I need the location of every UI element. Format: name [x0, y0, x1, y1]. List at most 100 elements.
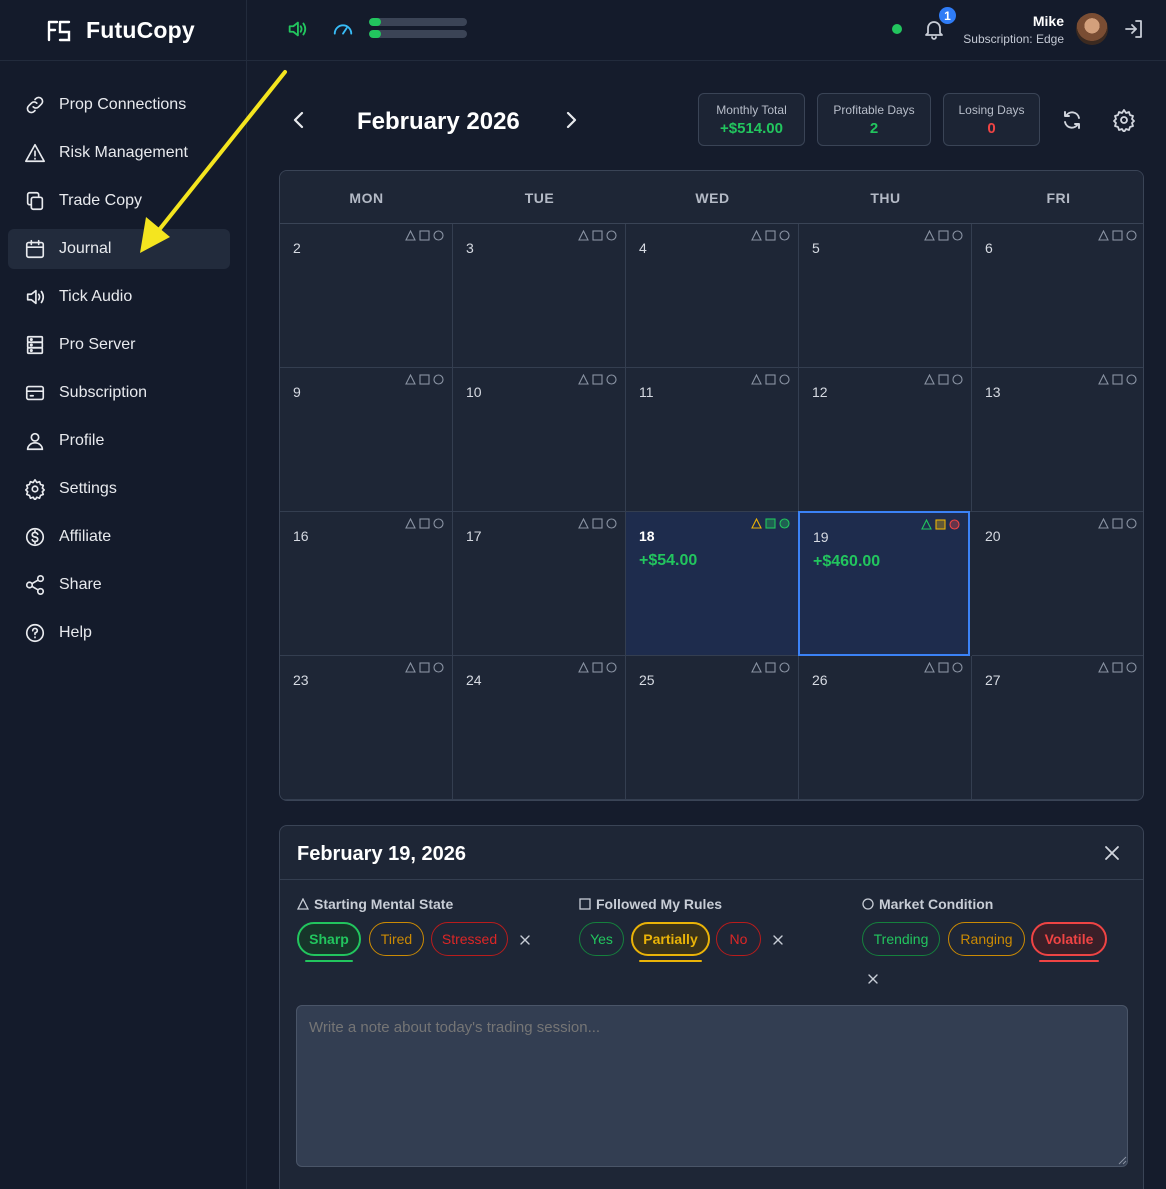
sidebar-item-subscription[interactable]: Subscription [8, 373, 230, 413]
sidebar-item-help[interactable]: Help [8, 613, 230, 653]
subscription-label: Subscription: Edge [963, 32, 1064, 46]
circle-icon [952, 374, 963, 385]
option-volatile-chip[interactable]: Volatile [1031, 922, 1107, 962]
sidebar-item-pro-server[interactable]: Pro Server [8, 325, 230, 365]
chip-label: Ranging [960, 931, 1013, 947]
market-condition-group: Market Condition Trending Ranging Volati… [862, 896, 1107, 984]
circle-icon [606, 374, 617, 385]
calendar-day-cell[interactable]: 26 [799, 656, 972, 800]
triangle-icon [1098, 662, 1109, 673]
panel-title: February 19, 2026 [297, 843, 466, 865]
sidebar-item-trade-copy[interactable]: Trade Copy [8, 181, 230, 221]
card-icon [25, 385, 45, 401]
refresh-icon[interactable] [1060, 108, 1084, 132]
circle-icon [952, 662, 963, 673]
gear-icon[interactable] [1112, 108, 1136, 132]
weekday-label: MON [349, 190, 384, 206]
triangle-icon [405, 518, 416, 529]
sidebar-item-profile[interactable]: Profile [8, 421, 230, 461]
calendar-day-cell[interactable]: 20 [972, 512, 1143, 656]
triangle-icon [751, 662, 762, 673]
circle-icon [1126, 518, 1137, 529]
option-partially-chip[interactable]: Partially [631, 922, 710, 962]
next-month-button[interactable] [557, 106, 585, 134]
calendar-day-cell[interactable]: 2 [280, 224, 453, 368]
sidebar-item-journal[interactable]: Journal [8, 229, 230, 269]
square-icon [419, 662, 430, 673]
option-yes-chip[interactable]: Yes [579, 922, 624, 956]
circle-icon [779, 374, 790, 385]
sidebar-item-affiliate[interactable]: Affiliate [8, 517, 230, 557]
calendar-day-cell[interactable]: 17 [453, 512, 626, 656]
option-sharp-chip[interactable]: Sharp [297, 922, 361, 962]
option-stressed-chip[interactable]: Stressed [431, 922, 508, 956]
option-no-chip[interactable]: No [716, 922, 761, 956]
clear-selection-icon[interactable] [772, 934, 784, 946]
triangle-icon [751, 230, 762, 241]
futucopy-logo-icon [47, 20, 71, 41]
profitable-days-value: 2 [869, 120, 879, 137]
square-icon [938, 230, 949, 241]
session-note-textarea[interactable] [296, 1005, 1128, 1167]
option-tired-chip[interactable]: Tired [369, 922, 424, 956]
avatar[interactable] [1076, 13, 1108, 45]
clear-selection-icon[interactable] [519, 934, 531, 946]
day-number: 12 [812, 384, 828, 400]
day-number: 27 [985, 672, 1001, 688]
sidebar-item-label: Affiliate [59, 528, 112, 545]
calendar-day-cell[interactable]: 25 [626, 656, 799, 800]
calendar-day-cell[interactable]: 23 [280, 656, 453, 800]
volume-icon[interactable] [286, 18, 308, 40]
triangle-icon [1098, 230, 1109, 241]
calendar-day-cell[interactable]: 24 [453, 656, 626, 800]
calendar-icon [25, 239, 45, 259]
day-number: 2 [293, 240, 301, 256]
calendar-day-cell[interactable]: 13 [972, 368, 1143, 512]
day-journal-panel: February 19, 2026 Starting Mental State … [279, 825, 1144, 1189]
group-label: Market Condition [862, 896, 993, 912]
speedometer-icon[interactable] [332, 18, 354, 40]
journal-marks [578, 230, 617, 241]
circle-icon [779, 662, 790, 673]
calendar-day-cell[interactable]: 16 [280, 512, 453, 656]
circle-icon [952, 230, 963, 241]
option-trending-chip[interactable]: Trending [862, 922, 940, 956]
sidebar-item-tick-audio[interactable]: Tick Audio [8, 277, 230, 317]
calendar-day-cell[interactable]: 18 +$54.00 [626, 512, 799, 656]
sidebar-item-risk-management[interactable]: Risk Management [8, 133, 230, 173]
calendar-day-cell[interactable]: 10 [453, 368, 626, 512]
sidebar-item-settings[interactable]: Settings [8, 469, 230, 509]
sidebar-item-share[interactable]: Share [8, 565, 230, 605]
square-icon [1112, 374, 1123, 385]
panel-header: February 19, 2026 [280, 826, 1143, 880]
triangle-icon [578, 518, 589, 529]
prev-month-button[interactable] [285, 106, 313, 134]
sidebar-item-prop-connections[interactable]: Prop Connections [8, 85, 230, 125]
calendar-day-cell[interactable]: 3 [453, 224, 626, 368]
calendar-day-cell[interactable]: 9 [280, 368, 453, 512]
warning-icon [25, 143, 45, 163]
calendar-day-cell[interactable]: 4 [626, 224, 799, 368]
calendar-day-cell[interactable]: 11 [626, 368, 799, 512]
journal-marks [405, 374, 444, 385]
logout-icon[interactable] [1122, 17, 1146, 41]
calendar-day-cell[interactable]: 19 +$460.00 [798, 511, 970, 656]
close-icon[interactable] [1103, 844, 1121, 862]
clear-selection-icon[interactable] [867, 973, 879, 985]
journal-marks [405, 662, 444, 673]
day-number: 24 [466, 672, 482, 688]
chip-label: Trending [873, 931, 929, 947]
calendar-day-cell[interactable]: 12 [799, 368, 972, 512]
sidebar-item-label: Subscription [59, 384, 148, 401]
calendar-day-cell[interactable]: 5 [799, 224, 972, 368]
link-icon [26, 96, 44, 114]
calendar-day-cell[interactable]: 27 [972, 656, 1143, 800]
user-info[interactable]: Mike Subscription: Edge [963, 13, 1064, 46]
sidebar-item-label: Journal [59, 240, 112, 257]
option-ranging-chip[interactable]: Ranging [948, 922, 1025, 956]
journal-marks [405, 518, 444, 529]
resize-grip-icon[interactable] [1118, 1156, 1127, 1165]
app-logo[interactable]: FutuCopy [0, 0, 247, 61]
calendar-day-cell[interactable]: 6 [972, 224, 1143, 368]
help-icon [25, 623, 45, 643]
